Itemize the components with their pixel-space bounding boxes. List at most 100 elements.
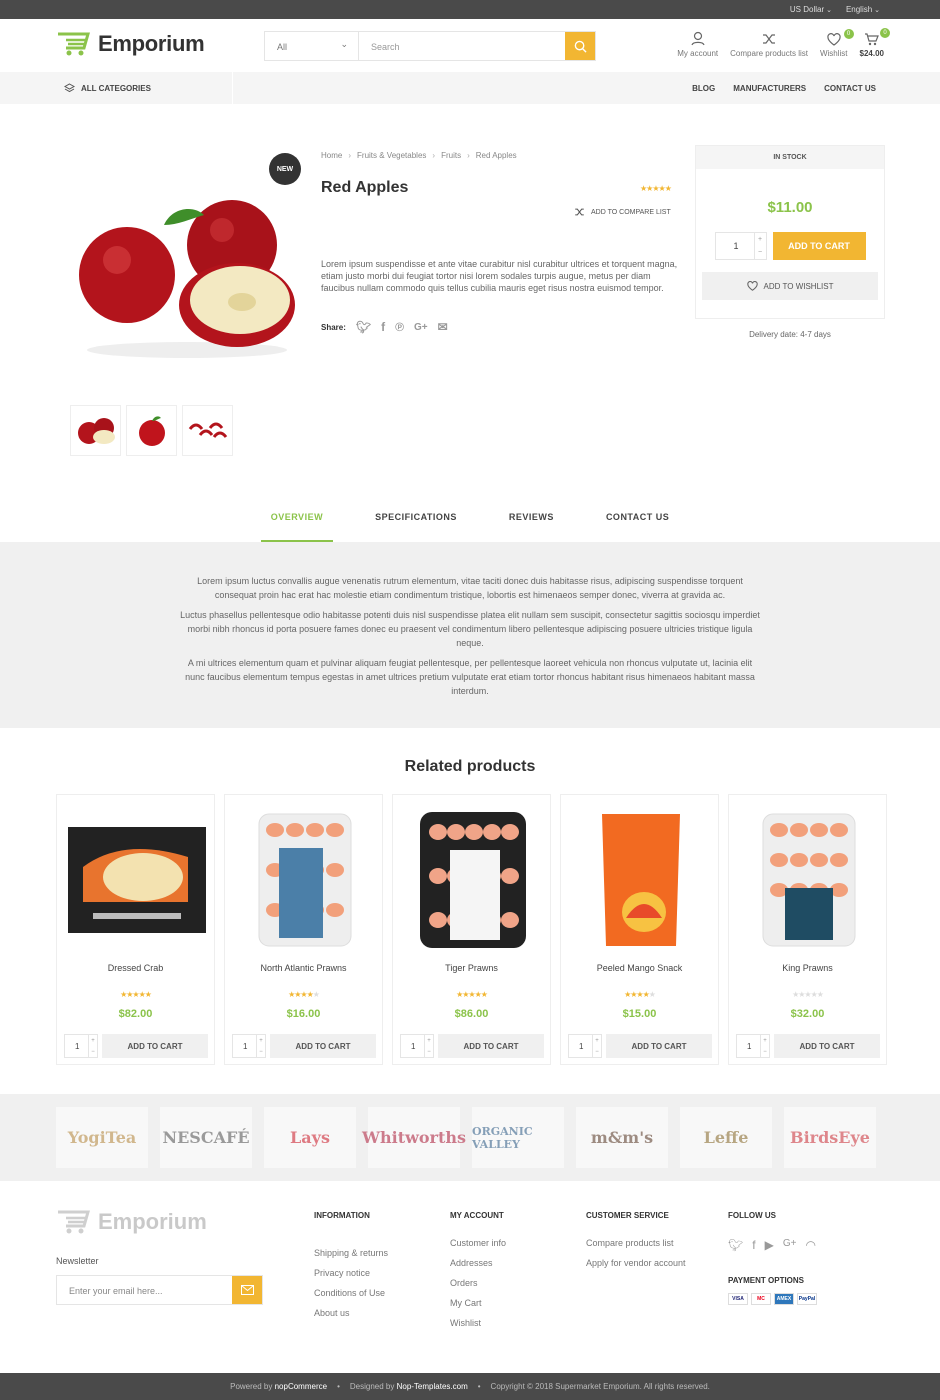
- my-account-link[interactable]: My account: [677, 31, 718, 58]
- quantity-stepper[interactable]: 1 + −: [232, 1034, 266, 1058]
- footer-link[interactable]: Apply for vendor account: [586, 1258, 686, 1268]
- minus-icon[interactable]: −: [259, 1049, 263, 1055]
- product-image[interactable]: [235, 805, 374, 955]
- newsletter-subscribe-button[interactable]: [232, 1276, 262, 1304]
- plus-icon[interactable]: +: [91, 1038, 95, 1044]
- plus-icon[interactable]: +: [259, 1038, 263, 1044]
- product-card[interactable]: North Atlantic Prawns ★★★★★ $16.00 1 + − ADD T…: [224, 794, 383, 1065]
- footer-link[interactable]: Conditions of Use: [314, 1288, 388, 1298]
- compare-link[interactable]: Compare products list: [730, 32, 808, 58]
- footer-logo[interactable]: Emporium: [56, 1209, 207, 1235]
- plus-icon[interactable]: +: [758, 236, 762, 243]
- minus-icon[interactable]: −: [91, 1049, 95, 1055]
- minus-icon[interactable]: −: [758, 249, 762, 256]
- thumbnail-image[interactable]: [70, 405, 121, 456]
- designer-link[interactable]: Nop-Templates.com: [397, 1382, 468, 1391]
- email-icon[interactable]: ✉: [438, 320, 448, 334]
- footer-link[interactable]: Customer info: [450, 1238, 506, 1248]
- thumbnail-image[interactable]: [182, 405, 233, 456]
- breadcrumb-home[interactable]: Home: [321, 151, 342, 160]
- brand-logo[interactable]: Leffe: [680, 1107, 772, 1168]
- product-image[interactable]: [403, 805, 542, 955]
- search-input[interactable]: Search: [359, 32, 565, 60]
- pinterest-icon[interactable]: ℗: [395, 320, 404, 334]
- brand-logo[interactable]: Whitworths: [362, 1107, 466, 1168]
- product-card[interactable]: Dressed Crab ★★★★★ $82.00 1 + − ADD TO CART: [56, 794, 215, 1065]
- footer-link[interactable]: Shipping & returns: [314, 1248, 388, 1258]
- product-card[interactable]: Tiger Prawns ★★★★★ $86.00 1 + − ADD TO CART: [392, 794, 551, 1065]
- product-image[interactable]: [739, 805, 878, 955]
- product-card[interactable]: King Prawns ★★★★★ $32.00 1 + − ADD TO CART: [728, 794, 887, 1065]
- brand-logo[interactable]: ORGANIC VALLEY: [472, 1107, 564, 1168]
- add-to-wishlist-button[interactable]: ADD TO WISHLIST: [702, 272, 878, 300]
- search-button[interactable]: [565, 32, 595, 60]
- google-plus-icon[interactable]: G+: [414, 322, 428, 333]
- nav-link-blog[interactable]: BLOG: [692, 84, 715, 93]
- product-name[interactable]: North Atlantic Prawns: [225, 963, 382, 973]
- thumbnail-image[interactable]: [126, 405, 177, 456]
- nav-link-contact[interactable]: CONTACT US: [824, 84, 876, 93]
- product-name[interactable]: King Prawns: [729, 963, 886, 973]
- tab-specifications[interactable]: SPECIFICATIONS: [375, 494, 457, 542]
- minus-icon[interactable]: −: [595, 1049, 599, 1055]
- footer-link[interactable]: Wishlist: [450, 1318, 506, 1328]
- newsletter-email-input[interactable]: Enter your email here...: [57, 1276, 232, 1304]
- wishlist-link[interactable]: 0 Wishlist: [820, 29, 854, 58]
- plus-icon[interactable]: +: [595, 1038, 599, 1044]
- facebook-icon[interactable]: f: [752, 1238, 755, 1252]
- add-to-cart-button[interactable]: ADD TO CART: [270, 1034, 376, 1058]
- quantity-stepper[interactable]: 1 + −: [400, 1034, 434, 1058]
- product-name[interactable]: Dressed Crab: [57, 963, 214, 973]
- footer-link[interactable]: Compare products list: [586, 1238, 686, 1248]
- footer-link[interactable]: My Cart: [450, 1298, 506, 1308]
- add-to-cart-button[interactable]: ADD TO CART: [606, 1034, 712, 1058]
- minus-icon[interactable]: −: [427, 1049, 431, 1055]
- product-card[interactable]: Peeled Mango Snack ★★★★★ $15.00 1 + − ADD TO C…: [560, 794, 719, 1065]
- tab-reviews[interactable]: REVIEWS: [509, 494, 554, 542]
- footer-link[interactable]: Privacy notice: [314, 1268, 388, 1278]
- quantity-stepper[interactable]: 1 + −: [736, 1034, 770, 1058]
- search-category-select[interactable]: All: [265, 32, 359, 60]
- twitter-icon[interactable]: 🐦︎: [728, 1238, 743, 1252]
- quantity-stepper[interactable]: 1 + −: [714, 232, 767, 260]
- minus-icon[interactable]: −: [763, 1049, 767, 1055]
- footer-link[interactable]: Addresses: [450, 1258, 506, 1268]
- product-main-image[interactable]: [72, 190, 302, 360]
- quantity-stepper[interactable]: 1 + −: [64, 1034, 98, 1058]
- tab-overview[interactable]: OVERVIEW: [260, 494, 334, 542]
- plus-icon[interactable]: +: [427, 1038, 431, 1044]
- logo[interactable]: Emporium: [56, 31, 205, 57]
- product-image[interactable]: [571, 805, 710, 955]
- product-name[interactable]: Tiger Prawns: [393, 963, 550, 973]
- nav-link-manufacturers[interactable]: MANUFACTURERS: [733, 84, 806, 93]
- add-to-compare-button[interactable]: ADD TO COMPARE LIST: [574, 207, 671, 217]
- brand-logo[interactable]: YogiTea: [56, 1107, 148, 1168]
- tab-contact-us[interactable]: CONTACT US: [606, 494, 669, 542]
- footer-link[interactable]: About us: [314, 1308, 388, 1318]
- google-plus-icon[interactable]: G+: [783, 1238, 797, 1252]
- breadcrumb-category[interactable]: Fruits & Vegetables: [357, 151, 426, 160]
- brand-logo[interactable]: Lays: [264, 1107, 356, 1168]
- brand-logo[interactable]: m&m's: [576, 1107, 668, 1168]
- plus-icon[interactable]: +: [763, 1038, 767, 1044]
- add-to-cart-button[interactable]: ADD TO CART: [774, 1034, 880, 1058]
- language-selector[interactable]: English: [846, 5, 880, 14]
- youtube-icon[interactable]: ▶: [765, 1238, 774, 1252]
- all-categories-button[interactable]: ALL CATEGORIES: [64, 83, 151, 93]
- currency-selector[interactable]: US Dollar: [790, 5, 832, 14]
- add-to-cart-button[interactable]: ADD TO CART: [772, 232, 866, 260]
- quantity-stepper[interactable]: 1 + −: [568, 1034, 602, 1058]
- nopcommerce-link[interactable]: nopCommerce: [275, 1382, 327, 1391]
- footer-link[interactable]: Orders: [450, 1278, 506, 1288]
- add-to-cart-button[interactable]: ADD TO CART: [102, 1034, 208, 1058]
- add-to-cart-button[interactable]: ADD TO CART: [438, 1034, 544, 1058]
- facebook-icon[interactable]: f: [381, 320, 385, 334]
- breadcrumb-subcategory[interactable]: Fruits: [441, 151, 461, 160]
- brand-logo[interactable]: BirdsEye: [784, 1107, 876, 1168]
- product-image[interactable]: [67, 805, 206, 955]
- rss-icon[interactable]: ◠: [805, 1238, 815, 1252]
- twitter-icon[interactable]: 🐦︎: [356, 320, 371, 334]
- product-name[interactable]: Peeled Mango Snack: [561, 963, 718, 973]
- brand-logo[interactable]: NESCAFÉ: [160, 1107, 252, 1168]
- cart-link[interactable]: 0 $24.00: [860, 28, 890, 58]
